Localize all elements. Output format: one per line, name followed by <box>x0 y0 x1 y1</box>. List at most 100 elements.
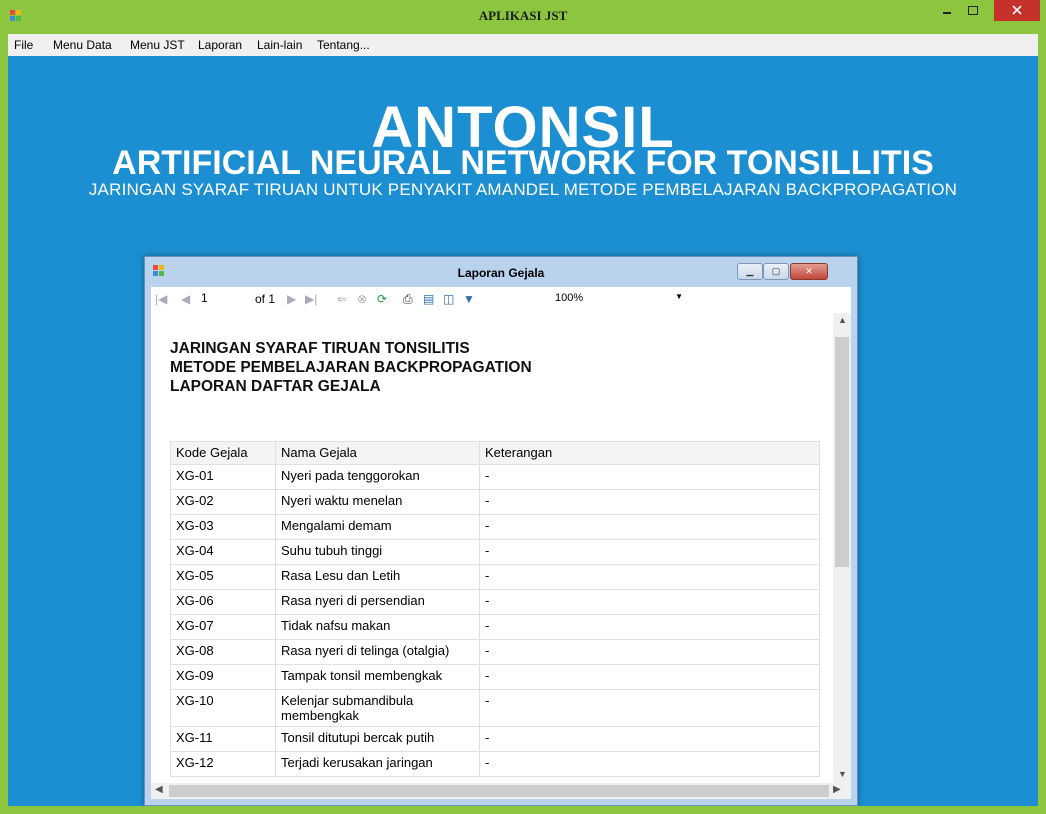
cell-nama: Terjadi kerusakan jaringan <box>275 751 480 777</box>
cell-kode: XG-03 <box>170 514 276 540</box>
vertical-scrollbar[interactable]: ▲ ▼ <box>833 313 851 783</box>
report-title-bar: Laporan Gejala ▁ ▢ ✕ <box>145 257 857 287</box>
cell-keterangan: - <box>479 564 820 590</box>
cell-nama: Suhu tubuh tinggi <box>275 539 480 565</box>
zoom-select[interactable]: 100% ▼ <box>555 292 683 304</box>
table-row: XG-11 Tonsil ditutupi bercak putih - <box>170 726 820 752</box>
scroll-up-icon[interactable]: ▲ <box>838 315 847 325</box>
cell-kode: XG-11 <box>170 726 276 752</box>
page-number-input[interactable]: 1 <box>201 291 235 307</box>
table-row: XG-03 Mengalami demam - <box>170 514 820 540</box>
cell-keterangan: - <box>479 614 820 640</box>
cell-kode: XG-04 <box>170 539 276 565</box>
cell-keterangan: - <box>479 539 820 565</box>
stop-icon[interactable]: ⊗ <box>357 292 367 306</box>
cell-keterangan: - <box>479 589 820 615</box>
page-setup-icon[interactable]: ◫ <box>443 292 454 306</box>
previous-page-icon[interactable]: ◀ <box>181 292 190 306</box>
report-maximize-icon[interactable]: ▢ <box>763 263 789 280</box>
table-row: XG-06 Rasa nyeri di persendian - <box>170 589 820 615</box>
table-row: XG-02 Nyeri waktu menelan - <box>170 489 820 515</box>
cell-nama: Rasa nyeri di telinga (otalgia) <box>275 639 480 665</box>
report-heading-line-3: LAPORAN DAFTAR GEJALA <box>170 378 381 395</box>
cell-kode: XG-01 <box>170 464 276 490</box>
menu-jst[interactable]: Menu JST <box>130 38 185 52</box>
main-client-area: ANTONSIL ARTIFICIAL NEURAL NETWORK FOR T… <box>8 56 1038 806</box>
report-heading-line-2: METODE PEMBELAJARAN BACKPROPAGATION <box>170 359 532 376</box>
next-page-icon[interactable]: ▶ <box>287 292 296 306</box>
cell-nama: Nyeri waktu menelan <box>275 489 480 515</box>
cell-nama: Tampak tonsil membengkak <box>275 664 480 690</box>
menu-lain-lain[interactable]: Lain-lain <box>257 38 302 52</box>
zoom-dropdown-icon: ▼ <box>675 292 683 301</box>
last-page-icon[interactable]: ▶| <box>305 292 317 306</box>
table-row: XG-07 Tidak nafsu makan - <box>170 614 820 640</box>
export-icon[interactable]: ▼ <box>463 292 475 306</box>
back-icon[interactable]: ⇐ <box>337 292 347 306</box>
cell-keterangan: - <box>479 689 820 727</box>
cell-keterangan: - <box>479 639 820 665</box>
scroll-right-icon[interactable]: ▶ <box>833 784 841 795</box>
cell-keterangan: - <box>479 751 820 777</box>
cell-nama: Mengalami demam <box>275 514 480 540</box>
table-row: XG-01 Nyeri pada tenggorokan - <box>170 464 820 490</box>
report-close-icon[interactable]: ✕ <box>790 263 828 280</box>
menu-laporan[interactable]: Laporan <box>198 38 242 52</box>
print-icon[interactable]: ⎙ <box>403 292 413 307</box>
cell-kode: XG-07 <box>170 614 276 640</box>
close-icon[interactable] <box>994 0 1040 21</box>
cell-nama: Kelenjar submandibula membengkak <box>275 689 480 727</box>
report-heading: JARINGAN SYARAF TIRUAN TONSILITIS METODE… <box>170 339 532 396</box>
cell-kode: XG-08 <box>170 639 276 665</box>
page-total-label: of 1 <box>255 292 276 306</box>
brand-tagline: JARINGAN SYARAF TIRUAN UNTUK PENYAKIT AM… <box>88 180 958 199</box>
refresh-icon[interactable]: ⟳ <box>377 292 387 306</box>
report-window: Laporan Gejala ▁ ▢ ✕ |◀ ◀ 1 of 1 ▶ ▶| ⇐ … <box>144 256 858 806</box>
maximize-icon[interactable] <box>960 0 986 21</box>
horizontal-scroll-thumb[interactable] <box>169 785 829 797</box>
report-minimize-icon[interactable]: ▁ <box>737 263 763 280</box>
column-header-keterangan: Keterangan <box>479 441 820 465</box>
menu-bar: File Menu Data Menu JST Laporan Lain-lai… <box>8 34 1038 56</box>
cell-nama: Tonsil ditutupi bercak putih <box>275 726 480 752</box>
menu-data[interactable]: Menu Data <box>53 38 112 52</box>
cell-keterangan: - <box>479 489 820 515</box>
cell-kode: XG-02 <box>170 489 276 515</box>
cell-nama: Nyeri pada tenggorokan <box>275 464 480 490</box>
cell-keterangan: - <box>479 464 820 490</box>
column-header-nama: Nama Gejala <box>275 441 480 465</box>
symptom-table: Kode Gejala Nama Gejala Keterangan XG-01… <box>170 441 820 777</box>
report-page: JARINGAN SYARAF TIRUAN TONSILITIS METODE… <box>151 313 833 783</box>
table-row: XG-10 Kelenjar submandibula membengkak - <box>170 689 820 727</box>
table-row: XG-05 Rasa Lesu dan Letih - <box>170 564 820 590</box>
cell-keterangan: - <box>479 664 820 690</box>
brand-subtitle: ARTIFICIAL NEURAL NETWORK FOR TONSILLITI… <box>112 144 934 182</box>
cell-kode: XG-09 <box>170 664 276 690</box>
minimize-icon[interactable] <box>934 0 960 21</box>
table-header-row: Kode Gejala Nama Gejala Keterangan <box>170 441 820 465</box>
menu-tentang[interactable]: Tentang... <box>317 38 370 52</box>
window-title: APLIKASI JST <box>478 8 568 23</box>
report-toolbar: |◀ ◀ 1 of 1 ▶ ▶| ⇐ ⊗ ⟳ ⎙ ▤ ◫ ▼ 100% ▼ <box>151 287 851 313</box>
zoom-value: 100% <box>555 292 584 304</box>
table-row: XG-08 Rasa nyeri di telinga (otalgia) - <box>170 639 820 665</box>
title-bar: APLIKASI JST <box>0 0 1046 34</box>
cell-kode: XG-10 <box>170 689 276 727</box>
column-header-kode: Kode Gejala <box>170 441 276 465</box>
main-window: APLIKASI JST File Menu Data Menu JST Lap… <box>0 0 1046 814</box>
scroll-left-icon[interactable]: ◀ <box>155 784 163 795</box>
print-layout-icon[interactable]: ▤ <box>423 292 434 306</box>
first-page-icon[interactable]: |◀ <box>155 292 167 306</box>
cell-keterangan: - <box>479 514 820 540</box>
cell-nama: Rasa nyeri di persendian <box>275 589 480 615</box>
cell-keterangan: - <box>479 726 820 752</box>
menu-file[interactable]: File <box>14 38 33 52</box>
table-row: XG-12 Terjadi kerusakan jaringan - <box>170 751 820 777</box>
cell-nama: Rasa Lesu dan Letih <box>275 564 480 590</box>
cell-kode: XG-06 <box>170 589 276 615</box>
table-row: XG-09 Tampak tonsil membengkak - <box>170 664 820 690</box>
scroll-down-icon[interactable]: ▼ <box>838 769 847 779</box>
cell-kode: XG-12 <box>170 751 276 777</box>
vertical-scroll-thumb[interactable] <box>835 337 849 567</box>
horizontal-scrollbar[interactable]: ◀ ▶ <box>151 783 851 799</box>
